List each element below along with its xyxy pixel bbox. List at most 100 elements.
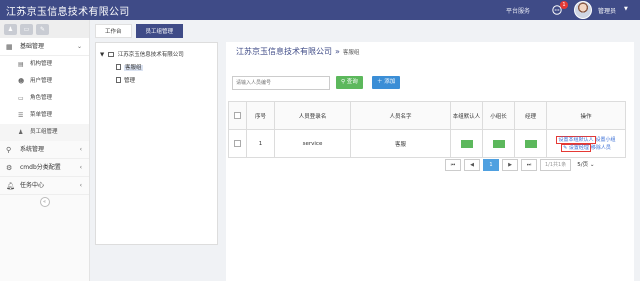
top-header: 江苏京玉信息技术有限公司 平台服务 1 管理员 ▼ [0,0,640,20]
page-info: 1/1共1条 [540,159,572,171]
sidebar-collapse-icon[interactable]: « [39,197,50,207]
avatar[interactable] [574,1,592,19]
set-default-link[interactable]: 设置本组默认人 [556,135,596,144]
plus-icon: ＋ [377,79,383,85]
search-input[interactable] [232,76,330,90]
gear-icon: ⚙ [6,164,13,172]
sidebar-item-users[interactable]: ☻ 用户管理 [0,73,89,90]
sidebar-item-label: 菜单管理 [30,112,53,118]
row-login: service [274,129,351,158]
tab-staff-groups[interactable]: 员工组管理 [135,24,184,38]
col-leader: 小组长 [482,101,515,130]
platform-service-link[interactable]: 平台服务 [506,6,530,15]
menu-icon: ☰ [18,112,24,119]
sidebar-shortcuts: ♟ ▭ ✎ [0,20,89,38]
search-icon: ⚲ [341,79,346,85]
chevron-down-icon: ⌄ [76,43,82,50]
shortcut-edit-icon[interactable]: ✎ [36,23,49,35]
col-name: 人员名字 [350,101,451,130]
manager-toggle[interactable] [524,139,537,148]
bell-icon: 🔔︎ [6,182,15,190]
search-button[interactable]: ⚲ 查询 [336,76,363,89]
next-page-button[interactable]: ▶ [502,159,518,171]
shortcut-user-icon[interactable]: ♟ [4,23,17,35]
org-tree-panel: ▼ 江苏京玉信息技术有限公司 客服组 管理 [95,42,218,245]
page-title-group: 客服组 [342,50,360,56]
add-button[interactable]: ＋ 添加 [372,76,401,89]
row-manager-cell [514,129,547,158]
set-manager-link[interactable]: 设置经理 [569,145,589,151]
tree-node-service-group[interactable]: 客服组 [116,63,143,71]
sidebar-item-staff-groups[interactable]: ♟ 员工组管理 [0,124,89,141]
row-actions: 设置本组默认人 设置小组 ✎ 设置经理 移除人员 [546,129,626,158]
table-row: 1 service 客服 设置本组默认人 设置小组 ✎ 设置经理 移除人员 [228,129,626,158]
tree-root-label: 江苏京玉信息技术有限公司 [117,52,184,58]
set-group-link[interactable]: 设置小组 [596,137,616,143]
leader-toggle[interactable] [492,139,505,148]
col-index: 序号 [246,101,275,130]
shortcut-monitor-icon[interactable]: ▭ [20,23,33,35]
sidebar-menu-label: 基础管理 [20,43,45,50]
sidebar-menu-label: 系统管理 [20,146,45,153]
sidebar: ♟ ▭ ✎ ▦ 基础管理 ⌄ ▤ 机构管理 ☻ 用户管理 ▭ 角色管理 ☰ 菜单… [0,20,90,281]
remove-member-link[interactable]: 移除人员 [591,145,611,151]
row-leader-cell [482,129,515,158]
row-checkbox[interactable] [234,140,241,147]
page-size-value: 5/页 [577,162,589,168]
prev-page-button[interactable]: ◀ [464,159,480,171]
sidebar-item-menus[interactable]: ☰ 菜单管理 [0,107,89,124]
last-page-button[interactable]: ⏭ [521,159,537,171]
col-login: 人员登录名 [274,101,351,130]
role-icon: ▭ [18,95,24,102]
chevron-down-icon[interactable]: ▼ [624,6,628,12]
sidebar-menu-tasks[interactable]: 🔔︎ 任务中心 ‹ [0,177,89,195]
tree-node-label: 管理 [124,78,136,84]
chevron-left-icon: ‹ [79,182,82,189]
page-title: 江苏京玉信息技术有限公司» 客服组 [236,46,359,57]
sidebar-item-roles[interactable]: ▭ 角色管理 [0,90,89,107]
org-icon: ▤ [18,61,24,68]
sidebar-menu-cmdb[interactable]: ⚙ cmdb分类配置 ‹ [0,159,89,177]
page-size-select[interactable]: 5/页 ⌄ [574,159,597,171]
row-index: 1 [246,129,275,158]
users-icon: ☻ [18,78,25,85]
caret-down-icon[interactable]: ▼ [100,52,104,58]
page-tabs: 工作台 员工组管理 [95,24,184,38]
search-icon: ⚲ [6,146,12,154]
chevron-left-icon: ‹ [79,146,82,153]
sidebar-item-label: 用户管理 [30,78,53,84]
pagination: ⏮ ◀ 1 ▶ ⏭ 1/1共1条 5/页 ⌄ [445,159,597,171]
tab-workbench[interactable]: 工作台 [95,24,132,38]
row-name: 客服 [350,129,451,158]
select-all-checkbox[interactable] [234,112,241,119]
brand-title: 江苏京玉信息技术有限公司 [6,7,130,18]
col-actions: 操作 [546,101,626,130]
search-button-label: 查询 [346,79,358,85]
person-icon: ♟ [18,129,24,136]
col-default: 本组默认人 [450,101,483,130]
main-content: 江苏京玉信息技术有限公司»客服组 ⚲ 查询 ＋ 添加 序号 人员登录名 人员名字… [226,42,634,281]
sidebar-menu-system[interactable]: ⚲ 系统管理 ‹ [0,141,89,159]
current-page[interactable]: 1 [483,159,499,171]
row-select-cell [228,129,247,158]
sidebar-menu-label: cmdb分类配置 [20,164,61,171]
first-page-button[interactable]: ⏮ [445,159,461,171]
chevron-down-icon: ⌄ [589,162,595,168]
notification-badge: 1 [560,1,568,9]
user-name[interactable]: 管理员 [598,6,616,15]
tree-root[interactable]: ▼ 江苏京玉信息技术有限公司 [100,50,184,58]
chevron-left-icon: ‹ [79,164,82,171]
default-toggle[interactable] [460,139,473,148]
file-icon [116,77,121,83]
sidebar-item-label: 机构管理 [30,61,53,67]
tree-node-management[interactable]: 管理 [116,76,135,84]
sidebar-item-label: 员工组管理 [30,129,58,135]
folder-icon [107,52,114,57]
sidebar-menu-basic[interactable]: ▦ 基础管理 ⌄ [0,38,89,56]
sidebar-item-label: 角色管理 [30,95,53,101]
sidebar-item-org[interactable]: ▤ 机构管理 [0,56,89,73]
select-all-cell [228,101,247,130]
file-icon [116,64,121,70]
breadcrumb-separator: » [335,47,340,56]
add-button-label: 添加 [384,79,396,85]
